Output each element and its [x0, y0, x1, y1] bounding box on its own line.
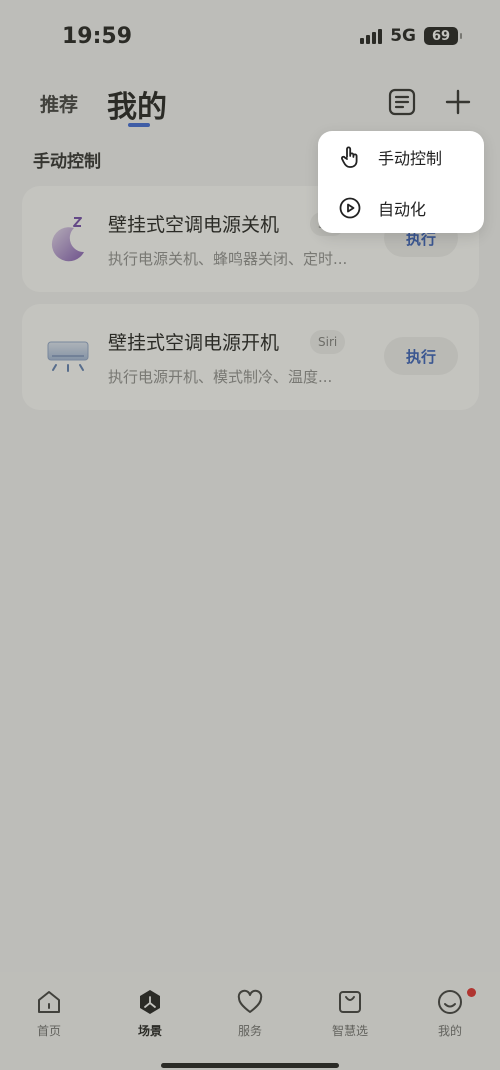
menu-item-label: 自动化 [378, 199, 427, 219]
menu-item-label: 手动控制 [378, 148, 443, 168]
hand-pointer-icon [338, 145, 362, 169]
menu-item-manual-control[interactable]: 手动控制 [318, 131, 484, 182]
play-circle-icon [338, 196, 362, 220]
menu-item-automation[interactable]: 自动化 [318, 182, 484, 233]
add-popup-menu: 手动控制 自动化 [318, 131, 484, 233]
